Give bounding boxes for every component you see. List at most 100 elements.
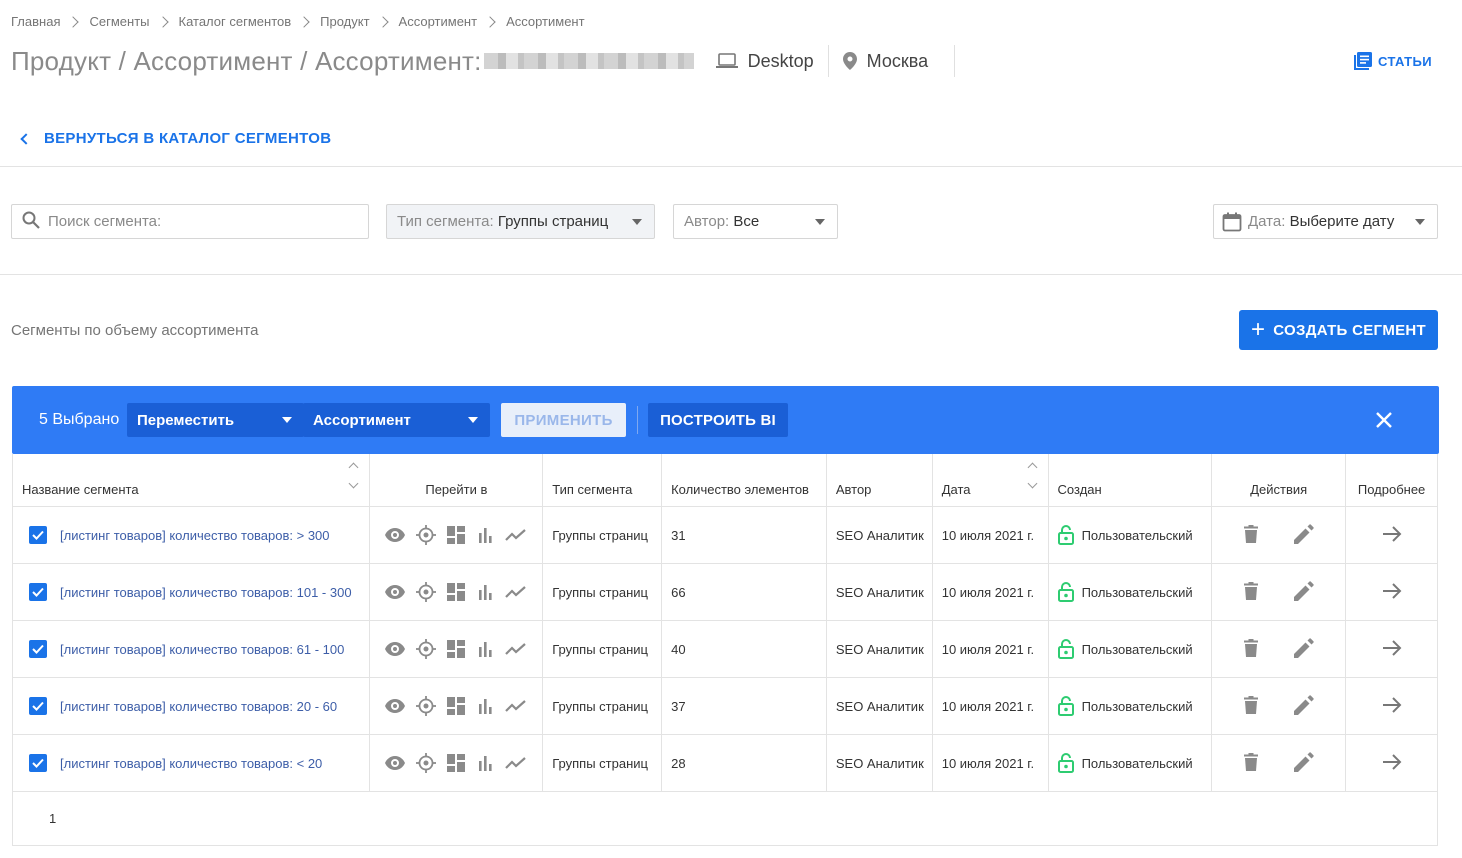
trash-icon[interactable] (1243, 524, 1258, 546)
dashboard-icon[interactable] (447, 583, 466, 601)
created-type: Пользовательский (1081, 527, 1193, 543)
actions-cell (1212, 678, 1347, 734)
pencil-icon[interactable] (1293, 580, 1314, 604)
row-checkbox[interactable] (29, 754, 47, 772)
laptop-icon (715, 53, 738, 69)
device-selector[interactable]: Desktop (694, 45, 828, 77)
trash-icon[interactable] (1243, 638, 1258, 660)
trend-icon[interactable] (505, 585, 527, 599)
chevron-right-icon (484, 15, 496, 28)
dashboard-icon[interactable] (447, 640, 466, 658)
target-icon[interactable] (416, 582, 437, 602)
target-icon[interactable] (416, 639, 437, 659)
arrow-right-icon[interactable] (1382, 696, 1402, 716)
trash-icon[interactable] (1243, 695, 1258, 717)
trend-icon[interactable] (505, 756, 527, 770)
dashboard-icon[interactable] (447, 754, 466, 772)
details-cell (1346, 621, 1437, 677)
element-count-cell: 40 (662, 621, 827, 677)
apply-button[interactable]: ПРИМЕНИТЬ (501, 403, 626, 437)
build-bi-button[interactable]: ПОСТРОИТЬ BI (648, 403, 788, 437)
dashboard-icon[interactable] (447, 697, 466, 715)
arrow-right-icon[interactable] (1382, 582, 1402, 602)
trend-icon[interactable] (505, 699, 527, 713)
back-to-catalog-link[interactable]: ВЕРНУТЬСЯ В КАТАЛОГ СЕГМЕНТОВ (18, 130, 331, 147)
breadcrumb-product[interactable]: Продукт (320, 14, 369, 29)
region-selector[interactable]: Москва (827, 45, 956, 77)
close-icon[interactable] (1370, 406, 1398, 434)
pencil-icon[interactable] (1293, 523, 1314, 547)
sort-icon[interactable] (349, 462, 359, 489)
bar-chart-icon[interactable] (476, 584, 494, 600)
date-cell: 10 июля 2021 г. (933, 621, 1049, 677)
arrow-right-icon[interactable] (1382, 753, 1402, 773)
breadcrumb-home[interactable]: Главная (11, 14, 60, 29)
unlock-icon (1057, 582, 1074, 602)
search-input[interactable] (48, 213, 348, 230)
created-cell: Пользовательский (1049, 564, 1213, 620)
date-dropdown[interactable]: Дата: Выберите дату (1213, 204, 1438, 239)
trend-icon[interactable] (505, 528, 527, 542)
segment-type-cell: Группы страниц (543, 564, 663, 620)
pencil-icon[interactable] (1293, 751, 1314, 775)
pagination: 1 (13, 792, 1437, 846)
goto-cell (370, 507, 544, 563)
segment-type-dropdown[interactable]: Тип сегмента: Группы страниц (386, 204, 655, 239)
trash-icon[interactable] (1243, 752, 1258, 774)
region-label: Москва (866, 50, 929, 71)
arrow-right-icon[interactable] (1382, 639, 1402, 659)
row-checkbox[interactable] (29, 583, 47, 601)
segment-name-link[interactable]: [листинг товаров] количество товаров: 61… (60, 642, 344, 657)
pencil-icon[interactable] (1293, 694, 1314, 718)
eye-icon[interactable] (385, 585, 406, 599)
trash-icon[interactable] (1243, 581, 1258, 603)
target-folder-select[interactable]: Ассортимент (303, 403, 490, 437)
eye-icon[interactable] (385, 756, 406, 770)
created-cell: Пользовательский (1049, 621, 1213, 677)
create-segment-button[interactable]: + СОЗДАТЬ СЕГМЕНТ (1239, 310, 1438, 350)
column-header-date[interactable]: Дата (933, 454, 1049, 506)
eye-icon[interactable] (385, 642, 406, 656)
arrow-right-icon[interactable] (1382, 525, 1402, 545)
page-number[interactable]: 1 (49, 811, 56, 826)
author-value: Все (733, 213, 760, 230)
row-checkbox[interactable] (29, 526, 47, 544)
plus-icon: + (1250, 316, 1266, 343)
search-field[interactable] (11, 204, 369, 239)
eye-icon[interactable] (385, 699, 406, 713)
bar-chart-icon[interactable] (476, 698, 494, 714)
target-icon[interactable] (416, 525, 437, 545)
row-checkbox[interactable] (29, 697, 47, 715)
target-icon[interactable] (416, 753, 437, 773)
breadcrumb-assortment[interactable]: Ассортимент (399, 14, 478, 29)
row-checkbox[interactable] (29, 640, 47, 658)
created-cell: Пользовательский (1049, 507, 1213, 563)
segment-name-link[interactable]: [листинг товаров] количество товаров: > … (60, 528, 330, 543)
bar-chart-icon[interactable] (476, 641, 494, 657)
dashboard-icon[interactable] (447, 526, 466, 544)
segment-name-link[interactable]: [листинг товаров] количество товаров: < … (60, 756, 322, 771)
chevron-right-icon (67, 15, 80, 28)
trend-icon[interactable] (505, 642, 527, 656)
chevron-right-icon (298, 15, 310, 28)
articles-button[interactable]: СТАТЬИ (1354, 52, 1432, 70)
pencil-icon[interactable] (1293, 637, 1314, 661)
details-cell (1346, 678, 1437, 734)
column-header-label: Тип сегмента (552, 482, 633, 497)
bulk-action-select[interactable]: Переместить (127, 403, 304, 437)
bulk-action-value: Переместить (137, 411, 235, 429)
author-dropdown[interactable]: Автор: Все (673, 204, 838, 239)
eye-icon[interactable] (385, 528, 406, 542)
segment-name-link[interactable]: [листинг товаров] количество товаров: 20… (60, 699, 337, 714)
segment-name-link[interactable]: [листинг товаров] количество товаров: 10… (60, 585, 352, 600)
column-header-label: Название сегмента (22, 482, 139, 497)
target-icon[interactable] (416, 696, 437, 716)
sort-icon[interactable] (1027, 462, 1037, 489)
breadcrumb-segments[interactable]: Сегменты (89, 14, 149, 29)
author-cell: SEO Аналитик (827, 507, 933, 563)
articles-icon (1354, 52, 1373, 70)
breadcrumb-catalog[interactable]: Каталог сегментов (179, 14, 292, 29)
bar-chart-icon[interactable] (476, 755, 494, 771)
bar-chart-icon[interactable] (476, 527, 494, 543)
column-header-name[interactable]: Название сегмента (13, 454, 371, 506)
